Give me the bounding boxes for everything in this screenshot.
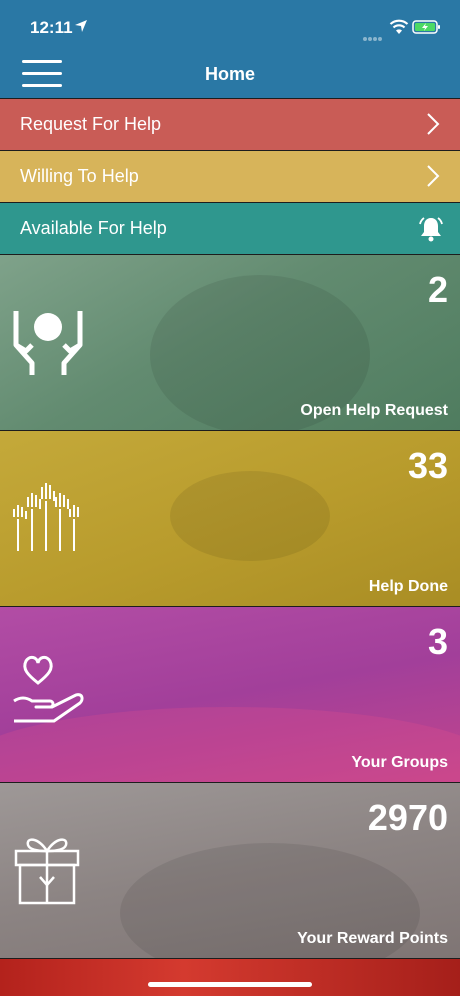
wifi-icon [389,19,409,34]
your-groups-caption: Your Groups [351,754,448,771]
help-done-caption: Help Done [368,578,448,595]
gift-icon [14,838,80,905]
your-reward-points-tile[interactable]: 2970 Your Reward Points [0,783,460,958]
battery-charging-icon [412,20,440,34]
home-indicator[interactable] [148,982,312,987]
chevron-right-icon [427,113,440,135]
raised-hands-icon [13,483,79,551]
status-bar: 12:11 [0,0,460,52]
help-done-count: 33 [407,445,448,486]
your-groups-tile[interactable]: 3 Your Groups [0,607,460,782]
next-tile-peek [0,959,460,996]
status-time: 12:11 [30,18,73,37]
your-reward-points-caption: Your Reward Points [297,930,448,947]
help-done-tile[interactable]: 33 Help Done [0,431,460,606]
request-for-help-label: Request For Help [20,114,162,134]
your-groups-count: 3 [427,621,448,662]
heart-hand-icon [13,655,84,723]
page-title: Home [204,64,255,84]
open-help-request-count: 2 [427,269,448,310]
bell-icon[interactable] [418,215,444,243]
available-for-help-label: Available For Help [20,218,167,238]
signal-icon [363,28,383,41]
hands-care-icon [13,311,83,375]
your-reward-points-count: 2970 [367,797,448,838]
available-for-help-row[interactable]: Available For Help [0,203,460,254]
chevron-right-icon [427,165,440,187]
request-for-help-row[interactable]: Request For Help [0,99,460,150]
open-help-request-caption: Open Help Request [300,402,448,419]
willing-to-help-label: Willing To Help [20,166,139,186]
location-arrow-icon [75,20,87,32]
willing-to-help-row[interactable]: Willing To Help [0,151,460,202]
photo-overlay [170,471,330,561]
app-header: 12:11 Home [0,0,460,98]
open-help-request-tile[interactable]: 2 Open Help Request [0,255,460,430]
